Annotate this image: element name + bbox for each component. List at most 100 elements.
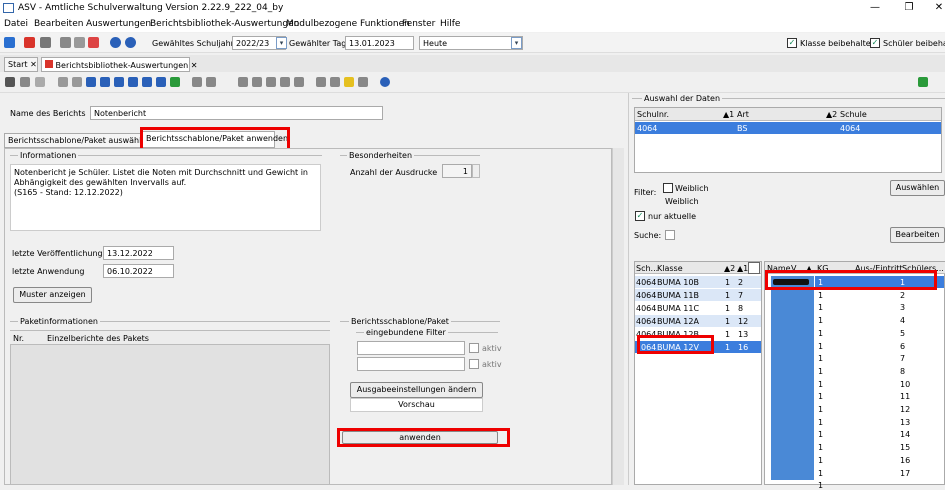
last-icon[interactable] xyxy=(156,77,166,87)
help-icon[interactable] xyxy=(125,37,136,48)
name-column-redacted xyxy=(771,276,814,480)
col-art[interactable]: Art xyxy=(737,110,749,119)
anzahl-input[interactable]: 1 xyxy=(442,164,472,178)
nur-aktuelle-checkbox[interactable]: ✓ xyxy=(635,211,645,221)
aktiv2-label: aktiv xyxy=(482,360,502,369)
export-icon[interactable] xyxy=(918,77,928,87)
next-page-icon[interactable] xyxy=(142,77,152,87)
refresh-icon[interactable] xyxy=(170,77,180,87)
arrow-icon[interactable] xyxy=(192,77,202,87)
filter2-input[interactable] xyxy=(357,357,465,371)
auswaehlen-button[interactable]: Auswählen xyxy=(890,180,945,196)
filter1-input[interactable] xyxy=(357,341,465,355)
comment-icon[interactable] xyxy=(330,77,340,87)
group-icon[interactable] xyxy=(316,77,326,87)
info-title: Informationen xyxy=(18,151,79,160)
megaphone-icon[interactable] xyxy=(358,77,368,87)
help-icon[interactable] xyxy=(380,77,390,87)
schuelers-cell: 4 xyxy=(900,316,906,326)
chevron-down-icon[interactable]: ▾ xyxy=(276,37,287,49)
report-name-input[interactable]: Notenbericht xyxy=(90,106,383,120)
subtab-auswaehlen[interactable]: Berichtsschablone/Paket auswählen xyxy=(4,133,151,148)
klasse-beibehalten-checkbox[interactable]: ✓ xyxy=(787,38,797,48)
col-schule[interactable]: Schule xyxy=(840,110,867,119)
schuelers-cell: 7 xyxy=(900,354,906,364)
anwendung-label: letzte Anwendung xyxy=(12,267,85,276)
menu-datei[interactable]: Datei xyxy=(4,19,28,29)
undo-icon[interactable] xyxy=(20,77,30,87)
scrollbar[interactable] xyxy=(612,148,624,485)
schuelers-cell: 12 xyxy=(900,405,911,414)
aktiv2-checkbox[interactable] xyxy=(469,359,479,369)
veroeff-label: letzte Veröffentlichung xyxy=(12,249,103,258)
clipboard-icon[interactable] xyxy=(280,77,290,87)
save-icon[interactable] xyxy=(5,77,15,87)
menu-modulbezogene[interactable]: Modulbezogene Funktionen xyxy=(286,19,410,29)
bearbeiten-button[interactable]: Bearbeiten xyxy=(890,227,945,243)
maximize-button[interactable]: ❐ xyxy=(902,2,916,14)
next-icon[interactable] xyxy=(128,77,138,87)
cut-icon[interactable] xyxy=(238,77,248,87)
schueler-beibehalten-checkbox[interactable]: ✓ xyxy=(870,38,880,48)
ausgabe-button[interactable]: Ausgabeeinstellungen ändern xyxy=(350,382,483,398)
lightning-icon[interactable] xyxy=(88,37,99,48)
art-cell: BS xyxy=(737,124,748,133)
close-window-button[interactable]: ✕ xyxy=(932,2,945,14)
filter-label: Filter: xyxy=(634,188,657,197)
tab-berichtsbibliothek[interactable]: Berichtsbibliothek-Auswertungen ✕ xyxy=(41,57,198,72)
muster-anzeigen-button[interactable]: Muster anzeigen xyxy=(13,287,92,303)
copy-icon[interactable] xyxy=(60,37,71,48)
weiblich-checkbox[interactable] xyxy=(663,183,673,193)
highlight-klasse xyxy=(637,335,714,354)
tag-input[interactable]: 13.01.2023 xyxy=(345,36,414,50)
menu-auswertungen[interactable]: Auswertungen xyxy=(86,19,151,29)
report-icon xyxy=(45,60,53,68)
menu-berichtsbibliothek[interactable]: Berichtsbibliothek-Auswertungen xyxy=(150,19,299,29)
minimize-button[interactable]: — xyxy=(868,2,882,14)
asv-icon[interactable] xyxy=(4,37,15,48)
stack-icon[interactable] xyxy=(40,37,51,48)
close-icon[interactable]: ✕ xyxy=(30,60,37,69)
schuljahr-label: Gewähltes Schuljahr xyxy=(152,39,234,48)
spinner-icon[interactable] xyxy=(472,164,480,178)
menu-fenster[interactable]: Fenster xyxy=(402,19,435,29)
paste-icon[interactable] xyxy=(266,77,276,87)
stop-icon[interactable] xyxy=(35,77,45,87)
new-icon[interactable] xyxy=(58,77,68,87)
tab-start[interactable]: Start ✕ xyxy=(4,57,38,72)
prev-page-icon[interactable] xyxy=(100,77,110,87)
first-icon[interactable] xyxy=(86,77,96,87)
chevron-down-icon[interactable]: ▾ xyxy=(511,37,522,49)
anwendung-input: 06.10.2022 xyxy=(103,264,174,278)
open-icon[interactable] xyxy=(72,77,82,87)
menu-hilfe[interactable]: Hilfe xyxy=(440,19,460,29)
copy-icon[interactable] xyxy=(252,77,262,87)
close-icon[interactable]: ✕ xyxy=(191,61,198,70)
folder-icon[interactable] xyxy=(74,37,85,48)
suche-checkbox[interactable] xyxy=(665,230,675,240)
weiblich-checkbox-label: Weiblich xyxy=(675,184,709,193)
aktiv1-checkbox[interactable] xyxy=(469,343,479,353)
col-schulnr[interactable]: Schulnr. xyxy=(637,110,669,119)
report-icon[interactable] xyxy=(24,37,35,48)
kg-cell: 1 xyxy=(818,303,824,313)
heute-select[interactable]: Heute xyxy=(419,36,523,50)
column-chooser-icon[interactable] xyxy=(748,262,760,274)
kg-cell: 1 xyxy=(818,405,824,414)
info-icon[interactable] xyxy=(110,37,121,48)
table-row[interactable] xyxy=(635,122,941,134)
schule-table-header xyxy=(635,108,941,121)
col-schulnr[interactable]: Sch... xyxy=(636,264,658,273)
suche-label: Suche: xyxy=(634,231,662,240)
schuelers-cell: 16 xyxy=(900,455,911,465)
highlight-schueler xyxy=(765,270,937,290)
sort-icon: ▲1 xyxy=(723,110,735,119)
document-icon[interactable] xyxy=(294,77,304,87)
col-klasse[interactable]: Klasse xyxy=(657,264,683,273)
lightbulb-icon[interactable] xyxy=(344,77,354,87)
menu-bearbeiten[interactable]: Bearbeiten xyxy=(34,19,83,29)
doc-dropdown-icon[interactable] xyxy=(206,77,216,87)
klasse-beibehalten-label: Klasse beibehalten xyxy=(800,39,876,48)
prev-icon[interactable] xyxy=(114,77,124,87)
schuelers-cell: 3 xyxy=(900,303,906,313)
